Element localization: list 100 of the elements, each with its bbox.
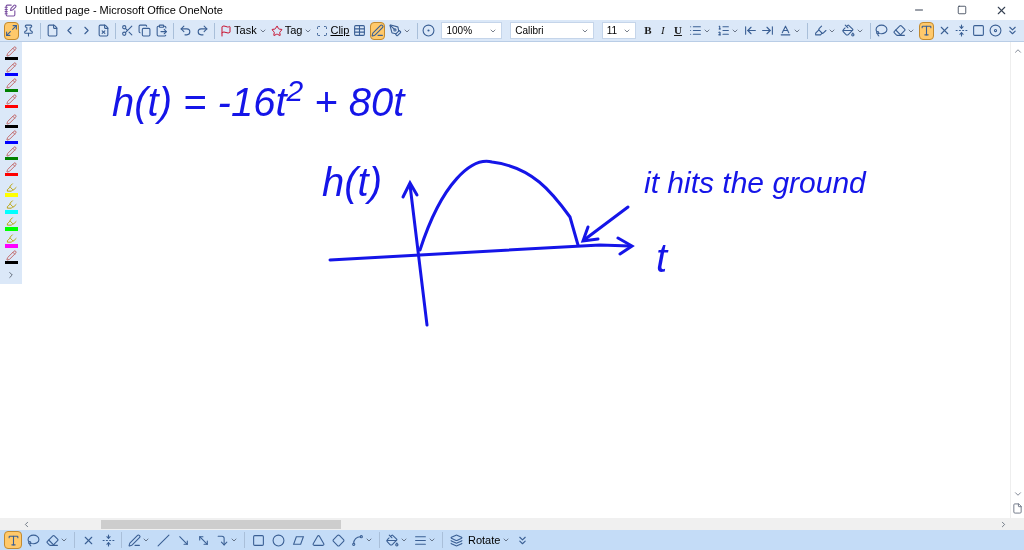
page-icon <box>971 24 985 37</box>
pen-icon <box>5 78 17 89</box>
cut-icon <box>121 24 135 37</box>
flag-icon <box>220 24 233 37</box>
triangle-icon <box>311 533 325 547</box>
caret-icon <box>428 536 436 544</box>
new-page-icon <box>46 24 59 37</box>
double-arrow-icon <box>196 533 210 547</box>
pointer-arrow <box>580 205 630 243</box>
arrow-icon <box>176 533 190 547</box>
caret-icon <box>230 536 238 544</box>
ellipse-icon <box>271 533 285 547</box>
eraser-icon <box>893 24 907 37</box>
highlighter-icon <box>813 24 827 37</box>
caret-icon <box>502 536 511 544</box>
insert-space-icon <box>954 24 968 37</box>
disc-button[interactable] <box>987 21 1003 40</box>
pen-icon <box>5 250 17 261</box>
highlighter-icon <box>5 182 17 193</box>
bullets-icon <box>688 24 702 37</box>
page-view-button[interactable] <box>4 21 20 40</box>
table-icon <box>353 24 367 37</box>
scroll-down-icon[interactable] <box>1012 489 1023 499</box>
page-view-icon <box>5 24 19 37</box>
more-icon[interactable] <box>6 270 16 280</box>
scroll-thumb[interactable] <box>101 519 341 529</box>
star-menu[interactable]: Tag <box>269 21 314 40</box>
copy-icon <box>138 24 152 37</box>
ink-to-text-icon <box>920 24 934 37</box>
line-weight-icon <box>414 533 427 547</box>
font-color-icon <box>778 24 792 37</box>
handwritten-text: t <box>656 235 668 282</box>
ink-to-text-icon <box>6 533 20 547</box>
pen-button[interactable] <box>3 250 19 264</box>
scroll-up-icon[interactable] <box>1012 46 1023 56</box>
pen-icon <box>5 146 17 157</box>
delete-page-icon <box>97 24 111 37</box>
lasso-icon <box>26 533 40 547</box>
pen-icon <box>5 62 17 73</box>
circle-button[interactable] <box>421 21 437 40</box>
pen-button[interactable] <box>3 62 19 76</box>
connector-icon <box>351 533 364 547</box>
paste-icon <box>155 24 169 37</box>
caret-icon <box>400 536 408 544</box>
copy-button[interactable] <box>137 21 153 40</box>
combo-box[interactable]: 100% <box>441 22 503 39</box>
handwritten-text: h(t) = -16t$^{2}$ + 80t <box>112 73 405 126</box>
pin-icon <box>22 24 36 37</box>
line-icon <box>156 533 170 547</box>
app-icon <box>4 3 17 17</box>
undo-icon <box>179 24 193 37</box>
eraser-icon <box>46 533 59 547</box>
page-icon[interactable] <box>1012 503 1023 514</box>
diamond-button[interactable] <box>329 531 347 549</box>
insert-space-icon <box>101 533 115 547</box>
scroll-right-icon[interactable] <box>999 519 1008 529</box>
format-button[interactable]: B <box>641 21 655 40</box>
ellipse-button[interactable] <box>269 531 287 549</box>
format-button[interactable]: U <box>671 21 685 40</box>
arrange-button[interactable] <box>447 531 465 549</box>
highlighter-icon <box>5 216 17 227</box>
pen-icon <box>388 24 402 37</box>
disc-icon <box>988 24 1002 37</box>
combo-box[interactable]: 11 <box>601 22 637 39</box>
pen-button[interactable] <box>3 130 19 144</box>
star-icon <box>270 24 283 37</box>
outdent-icon <box>743 24 757 37</box>
pen-icon <box>5 94 17 105</box>
pen-icon <box>5 162 17 173</box>
scroll-left-icon[interactable] <box>22 519 31 529</box>
pen-icon <box>5 46 17 57</box>
pen-button[interactable] <box>3 46 19 60</box>
insert-space-button[interactable] <box>99 531 117 549</box>
handwritten-text: h(t) <box>322 159 382 206</box>
fill-color-icon <box>841 24 855 37</box>
clip-button[interactable]: Clip <box>315 21 351 40</box>
highlighter-icon <box>5 199 17 210</box>
format-button[interactable]: I <box>656 21 670 40</box>
rotate-menu[interactable]: Rotate <box>467 531 512 549</box>
caret-icon <box>142 536 150 544</box>
circle-icon <box>422 24 436 37</box>
pen-icon <box>5 114 17 125</box>
lasso-icon <box>875 24 889 37</box>
window-title: Untitled page - Microsoft Office OneNote <box>25 2 224 18</box>
numbering-icon <box>716 24 730 37</box>
ink-to-text-button[interactable] <box>4 531 22 549</box>
highlighter-icon <box>5 233 17 244</box>
caret-icon <box>60 536 68 544</box>
insert-space-button[interactable] <box>953 21 969 40</box>
flag-menu[interactable]: Task <box>219 21 268 40</box>
pen-button[interactable] <box>3 114 19 128</box>
ink-to-text-button[interactable] <box>919 21 935 40</box>
restore-icon[interactable] <box>957 5 967 15</box>
pen-mode-icon <box>370 24 384 37</box>
pen-mode-button[interactable] <box>369 21 385 40</box>
lasso-button[interactable] <box>24 531 42 549</box>
redo-icon <box>196 24 210 37</box>
paste-button[interactable] <box>154 21 170 40</box>
combo-box[interactable]: Calibri <box>510 22 594 39</box>
arrange-icon <box>449 533 463 547</box>
